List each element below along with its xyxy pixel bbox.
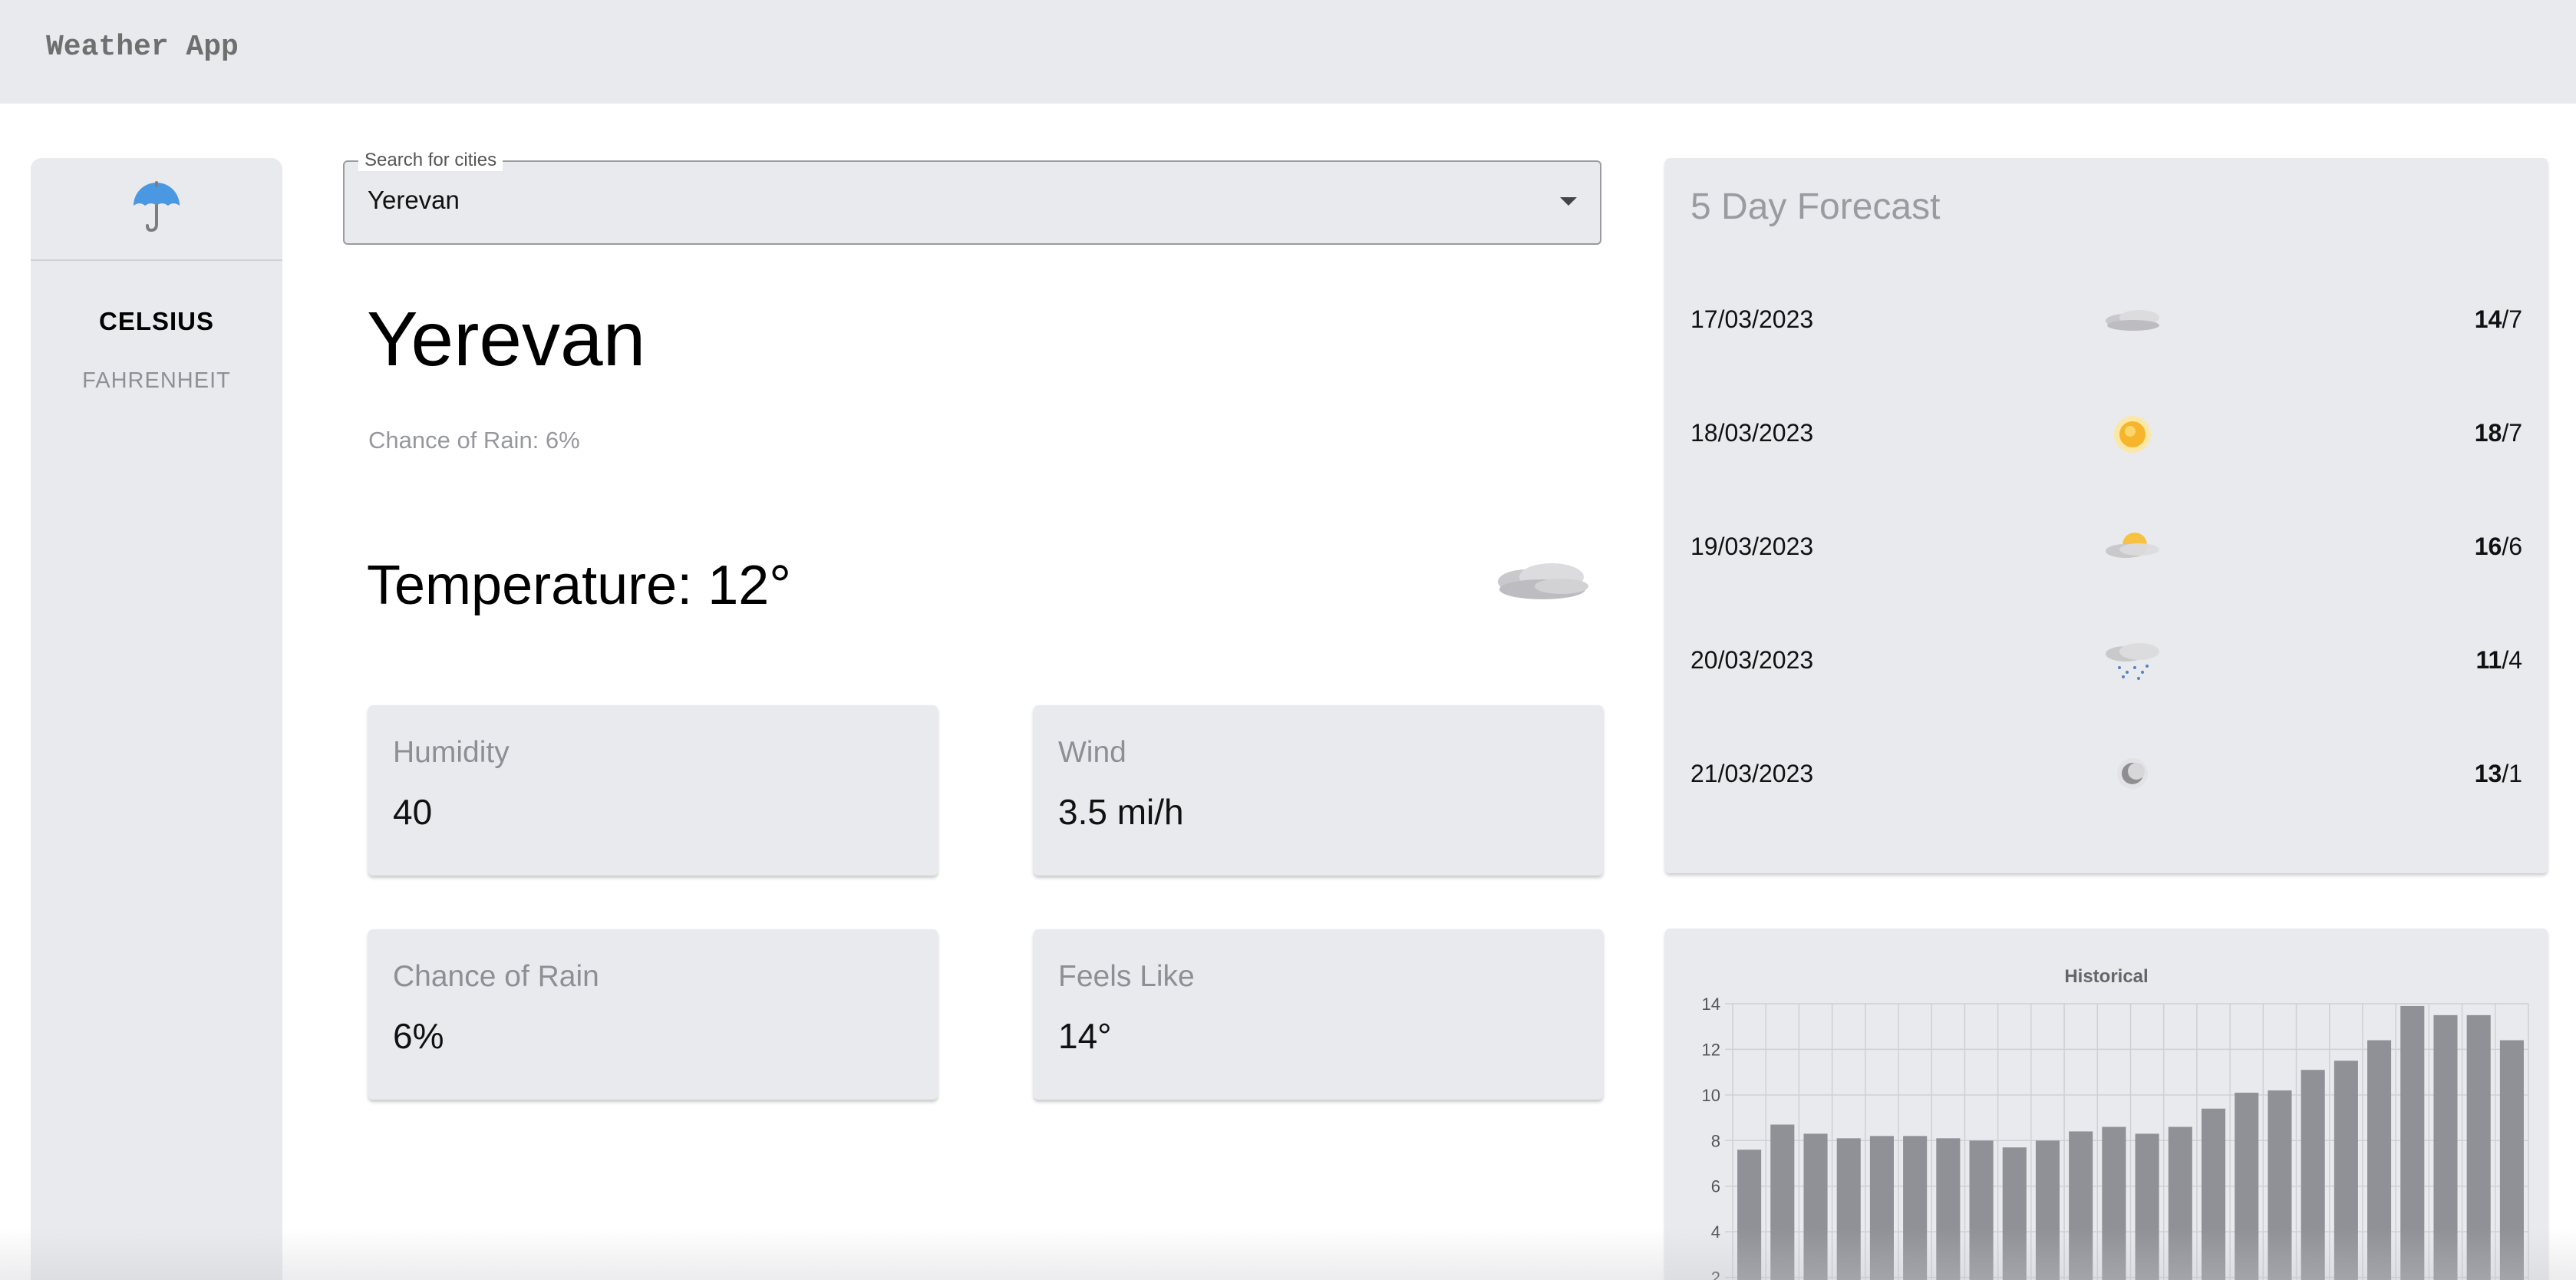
forecast-temp: 18/7 bbox=[2474, 419, 2522, 447]
forecast-title: 5 Day Forecast bbox=[1690, 186, 1941, 227]
bar bbox=[2135, 1133, 2159, 1280]
forecast-temp: 14/7 bbox=[2474, 305, 2522, 333]
y-tick-label: 10 bbox=[1702, 1086, 1720, 1105]
forecast-date: 18/03/2023 bbox=[1690, 419, 1814, 447]
bar bbox=[1737, 1150, 1762, 1280]
humidity-card: Humidity 40 bbox=[368, 705, 938, 876]
bar bbox=[1903, 1136, 1928, 1280]
forecast-row: 20/03/2023 11/4 bbox=[1665, 631, 2548, 692]
unit-celsius[interactable]: CELSIUS bbox=[31, 307, 282, 336]
y-tick-label: 6 bbox=[1711, 1177, 1720, 1196]
bar bbox=[2367, 1040, 2392, 1280]
bar bbox=[1969, 1140, 1994, 1280]
city-name: Yerevan bbox=[367, 296, 646, 382]
card-value: 3.5 mi/h bbox=[1058, 792, 1184, 832]
bar bbox=[2201, 1108, 2226, 1280]
forecast-temp: 11/4 bbox=[2475, 646, 2522, 674]
card-value: 6% bbox=[393, 1016, 444, 1056]
bar bbox=[1936, 1138, 1961, 1280]
bar bbox=[2334, 1061, 2358, 1280]
bar bbox=[2102, 1127, 2126, 1280]
historical-chart: 2 4 6 8 10 12 14 Historical bbox=[1702, 966, 2529, 1280]
bar bbox=[2002, 1147, 2027, 1280]
y-tick-label: 4 bbox=[1711, 1222, 1720, 1242]
y-tick-label: 2 bbox=[1711, 1268, 1720, 1280]
app-bar: Weather App bbox=[0, 0, 2576, 104]
card-value: 14° bbox=[1058, 1016, 1112, 1056]
chance-of-rain-card: Chance of Rain 6% bbox=[368, 929, 938, 1100]
y-tick-label: 12 bbox=[1702, 1040, 1720, 1059]
unit-fahrenheit[interactable]: FAHRENHEIT bbox=[31, 368, 282, 394]
bar bbox=[2400, 1005, 2425, 1280]
rain-icon bbox=[2099, 631, 2165, 696]
bar bbox=[2035, 1140, 2060, 1280]
forecast-date: 20/03/2023 bbox=[1690, 646, 1814, 674]
city-search-select[interactable]: Search for cities bbox=[343, 150, 1601, 245]
forecast-row: 19/03/2023 16/6 bbox=[1665, 517, 2548, 579]
forecast-temp: 13/1 bbox=[2474, 760, 2522, 787]
sun-icon bbox=[2099, 404, 2165, 469]
wind-card: Wind 3.5 mi/h bbox=[1034, 705, 1603, 876]
forecast-date: 21/03/2023 bbox=[1690, 760, 1814, 787]
historical-chart-card: 2 4 6 8 10 12 14 Historical bbox=[1665, 929, 2548, 1280]
sidebar: CELSIUS FAHRENHEIT bbox=[31, 158, 282, 1280]
search-label: Search for cities bbox=[358, 150, 503, 171]
sidebar-logo bbox=[31, 158, 282, 261]
bar bbox=[2168, 1127, 2192, 1280]
bar bbox=[1803, 1133, 1828, 1280]
search-input[interactable] bbox=[366, 185, 1520, 216]
card-label: Chance of Rain bbox=[393, 960, 599, 993]
bar bbox=[2268, 1090, 2292, 1280]
bar bbox=[1770, 1124, 1795, 1280]
bar bbox=[2466, 1014, 2491, 1280]
partly-cloudy-icon bbox=[2099, 517, 2165, 582]
card-label: Feels Like bbox=[1058, 960, 1195, 993]
forecast-row: 17/03/2023 14/7 bbox=[1665, 290, 2548, 351]
forecast-temp: 16/6 bbox=[2474, 533, 2522, 560]
forecast-row: 21/03/2023 13/1 bbox=[1665, 744, 2548, 806]
bar bbox=[2235, 1092, 2259, 1280]
bar bbox=[2499, 1040, 2524, 1280]
bar bbox=[2301, 1070, 2325, 1280]
bar bbox=[1836, 1138, 1861, 1280]
cloudy-icon bbox=[1489, 549, 1596, 615]
forecast-row: 18/03/2023 18/7 bbox=[1665, 404, 2548, 465]
cloudy-icon bbox=[2099, 290, 2165, 355]
bar bbox=[2433, 1014, 2458, 1280]
current-temperature: Temperature: 12° bbox=[367, 555, 792, 616]
card-value: 40 bbox=[393, 792, 433, 832]
app-title: Weather App bbox=[46, 31, 239, 64]
forecast-date: 19/03/2023 bbox=[1690, 533, 1814, 560]
y-tick-label: 8 bbox=[1711, 1131, 1720, 1150]
chart-title: Historical bbox=[2064, 966, 2148, 987]
bar bbox=[1869, 1136, 1894, 1280]
five-day-forecast: 5 Day Forecast 17/03/2023 14/7 18/03/202… bbox=[1665, 158, 2548, 873]
forecast-date: 17/03/2023 bbox=[1690, 305, 1814, 333]
feels-like-card: Feels Like 14° bbox=[1034, 929, 1603, 1100]
card-label: Wind bbox=[1058, 736, 1126, 769]
moon-icon bbox=[2099, 744, 2165, 810]
chevron-down-icon[interactable] bbox=[1560, 197, 1577, 206]
card-label: Humidity bbox=[393, 736, 510, 769]
chance-of-rain-subtitle: Chance of Rain: 6% bbox=[368, 427, 580, 454]
bar bbox=[2069, 1131, 2093, 1280]
umbrella-icon bbox=[129, 180, 184, 239]
y-tick-label: 14 bbox=[1702, 995, 1720, 1014]
